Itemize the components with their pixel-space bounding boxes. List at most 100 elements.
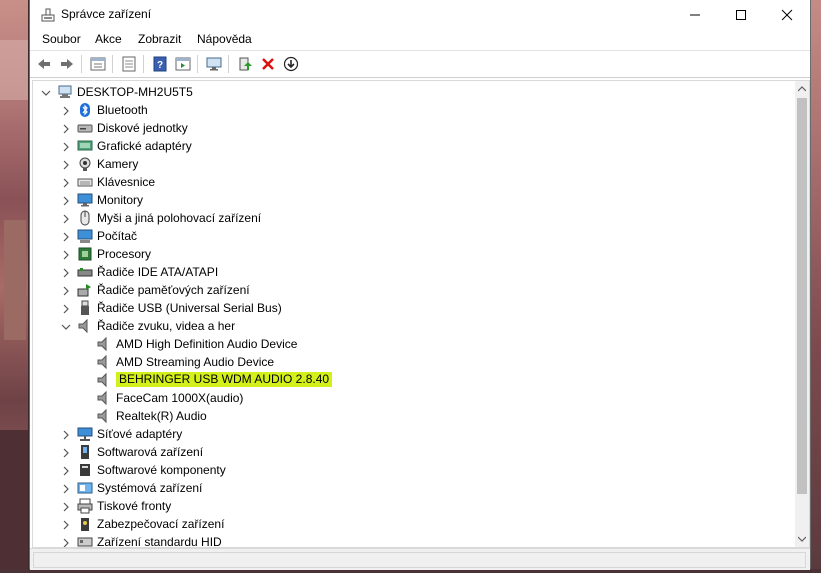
download-icon — [283, 56, 299, 72]
chevron-right-icon[interactable] — [61, 465, 71, 476]
menu-soubor[interactable]: Soubor — [42, 32, 81, 46]
tree-root[interactable]: DESKTOP-MH2U5T5 — [33, 83, 773, 101]
scroll-up-button[interactable] — [795, 81, 809, 97]
update-driver-button[interactable] — [235, 54, 255, 74]
uninstall-button[interactable] — [258, 54, 278, 74]
chevron-right-icon[interactable] — [61, 429, 71, 440]
software-device-icon — [77, 444, 93, 460]
tree-device-label: Realtek(R) Audio — [116, 409, 207, 423]
tree-category[interactable]: Počítač — [33, 227, 773, 245]
chevron-right-icon[interactable] — [61, 303, 71, 314]
minimize-button[interactable] — [672, 0, 718, 28]
chevron-down-icon[interactable] — [41, 87, 51, 97]
tree-category[interactable]: Řadiče paměťových zařízení — [33, 281, 773, 299]
security-device-icon — [77, 516, 93, 532]
tree-category[interactable]: Myši a jiná polohovací zařízení — [33, 209, 773, 227]
tree-category[interactable]: Zařízení standardu HID — [33, 533, 773, 547]
tree-category-label: Řadiče IDE ATA/ATAPI — [97, 265, 219, 279]
tree-category[interactable]: Softwarová zařízení — [33, 443, 773, 461]
tree-category-label: Grafické adaptéry — [97, 139, 192, 153]
vertical-scrollbar[interactable] — [795, 81, 809, 547]
chevron-right-icon[interactable] — [61, 213, 71, 224]
maximize-button[interactable] — [718, 0, 764, 28]
back-icon — [38, 59, 50, 69]
chevron-right-icon[interactable] — [61, 285, 71, 296]
chevron-right-icon[interactable] — [61, 123, 71, 134]
tree-category-label: Diskové jednotky — [97, 121, 188, 135]
speaker-icon — [96, 390, 112, 406]
tree-category[interactable]: Řadiče zvuku, videa a her — [33, 317, 773, 335]
tree-category-label: Síťové adaptéry — [97, 427, 183, 441]
chevron-right-icon[interactable] — [61, 195, 71, 206]
speaker-icon — [96, 372, 112, 388]
scan-hardware-button[interactable] — [204, 54, 224, 74]
chevron-right-icon[interactable] — [61, 159, 71, 170]
chevron-right-icon[interactable] — [61, 483, 71, 494]
chevron-right-icon[interactable] — [61, 141, 71, 152]
chevron-right-icon[interactable] — [61, 231, 71, 242]
chevron-right-icon[interactable] — [61, 519, 71, 530]
tree-category[interactable]: Systémová zařízení — [33, 479, 773, 497]
forward-button[interactable] — [57, 54, 77, 74]
chevron-right-icon[interactable] — [61, 501, 71, 512]
computer-root-icon — [57, 84, 73, 100]
tree-category-label: Softwarové komponenty — [97, 463, 226, 477]
download-button[interactable] — [281, 54, 301, 74]
tree-category[interactable]: Klávesnice — [33, 173, 773, 191]
tree-category[interactable]: Bluetooth — [33, 101, 773, 119]
tree-device[interactable]: BEHRINGER USB WDM AUDIO 2.8.40 — [33, 371, 773, 389]
tree-device[interactable]: AMD High Definition Audio Device — [33, 335, 773, 353]
tree-category[interactable]: Softwarové komponenty — [33, 461, 773, 479]
title-bar[interactable]: Správce zařízení — [30, 0, 810, 28]
tree-category-label: Zabezpečovací zařízení — [97, 517, 225, 531]
properties-button[interactable] — [88, 54, 108, 74]
speaker-icon — [96, 354, 112, 370]
tree-category[interactable]: Kamery — [33, 155, 773, 173]
view-button[interactable] — [173, 54, 193, 74]
tree-device[interactable]: AMD Streaming Audio Device — [33, 353, 773, 371]
window-title: Správce zařízení — [61, 7, 152, 21]
tree-category-label: Počítač — [97, 229, 138, 243]
tree-device[interactable]: Realtek(R) Audio — [33, 407, 773, 425]
details-button[interactable] — [119, 54, 139, 74]
chevron-down-icon[interactable] — [61, 321, 71, 331]
chevron-down-icon — [798, 536, 806, 542]
system-device-icon — [77, 480, 93, 496]
back-button[interactable] — [34, 54, 54, 74]
chevron-right-icon[interactable] — [61, 105, 71, 116]
close-button[interactable] — [764, 0, 810, 28]
toolbar-divider — [112, 55, 113, 73]
tree-root-label: DESKTOP-MH2U5T5 — [77, 85, 193, 99]
menu-akce[interactable]: Akce — [95, 32, 122, 46]
computer-icon — [77, 228, 93, 244]
tree-category[interactable]: Grafické adaptéry — [33, 137, 773, 155]
tree-category[interactable]: Zabezpečovací zařízení — [33, 515, 773, 533]
tree-category[interactable]: Síťové adaptéry — [33, 425, 773, 443]
status-pane — [33, 552, 806, 568]
tree-category[interactable]: Řadiče USB (Universal Serial Bus) — [33, 299, 773, 317]
speaker-icon — [96, 408, 112, 424]
tree-category-label: Softwarová zařízení — [97, 445, 204, 459]
tree-device[interactable]: FaceCam 1000X(audio) — [33, 389, 773, 407]
tree-category[interactable]: Monitory — [33, 191, 773, 209]
tree-category-label: Zařízení standardu HID — [97, 535, 222, 547]
tree-category[interactable]: Procesory — [33, 245, 773, 263]
help-button[interactable]: ? — [150, 54, 170, 74]
menu-napoveda[interactable]: Nápověda — [197, 32, 252, 46]
chevron-right-icon[interactable] — [61, 537, 71, 547]
chevron-right-icon[interactable] — [61, 249, 71, 260]
menu-zobrazit[interactable]: Zobrazit — [138, 32, 181, 46]
chevron-right-icon[interactable] — [61, 447, 71, 458]
scroll-down-button[interactable] — [795, 531, 809, 547]
tree-category[interactable]: Diskové jednotky — [33, 119, 773, 137]
processor-icon — [77, 246, 93, 262]
tree-category-label: Řadiče zvuku, videa a her — [97, 319, 236, 333]
chevron-right-icon[interactable] — [61, 267, 71, 278]
mouse-icon — [77, 210, 93, 226]
chevron-right-icon[interactable] — [61, 177, 71, 188]
properties-icon — [90, 57, 106, 71]
tree-category-label: Tiskové fronty — [97, 499, 172, 513]
scrollbar-thumb[interactable] — [797, 98, 807, 494]
tree-category[interactable]: Tiskové fronty — [33, 497, 773, 515]
tree-category[interactable]: Řadiče IDE ATA/ATAPI — [33, 263, 773, 281]
